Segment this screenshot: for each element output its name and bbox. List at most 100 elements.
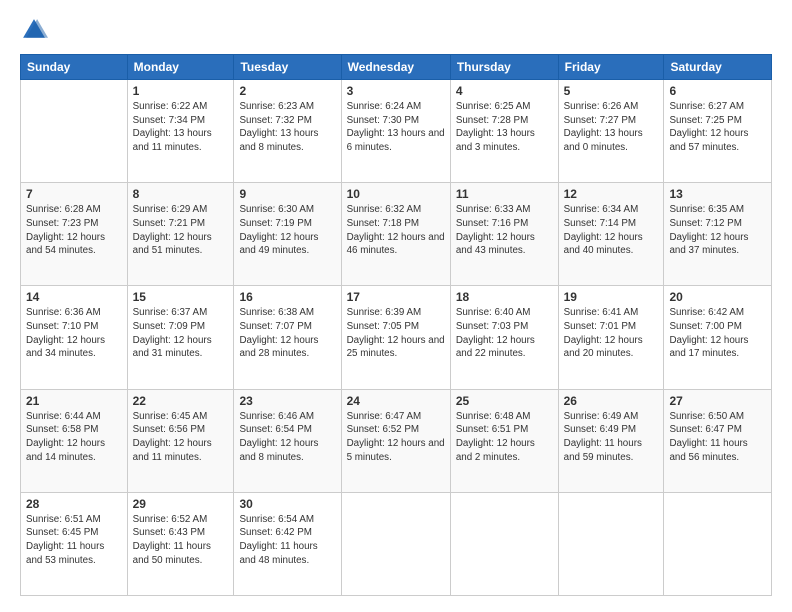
calendar-cell: 22 Sunrise: 6:45 AMSunset: 6:56 PMDaylig… bbox=[127, 389, 234, 492]
day-number: 26 bbox=[564, 394, 659, 408]
day-number: 30 bbox=[239, 497, 335, 511]
day-number: 22 bbox=[133, 394, 229, 408]
day-info: Sunrise: 6:27 AMSunset: 7:25 PMDaylight:… bbox=[669, 101, 748, 153]
calendar-cell: 14 Sunrise: 6:36 AMSunset: 7:10 PMDaylig… bbox=[21, 286, 128, 389]
day-info: Sunrise: 6:46 AMSunset: 6:54 PMDaylight:… bbox=[239, 411, 318, 463]
calendar-cell: 12 Sunrise: 6:34 AMSunset: 7:14 PMDaylig… bbox=[558, 183, 664, 286]
calendar-cell: 6 Sunrise: 6:27 AMSunset: 7:25 PMDayligh… bbox=[664, 80, 772, 183]
calendar-cell: 30 Sunrise: 6:54 AMSunset: 6:42 PMDaylig… bbox=[234, 492, 341, 595]
calendar-cell bbox=[21, 80, 128, 183]
day-number: 21 bbox=[26, 394, 122, 408]
day-info: Sunrise: 6:29 AMSunset: 7:21 PMDaylight:… bbox=[133, 204, 212, 256]
calendar-cell: 15 Sunrise: 6:37 AMSunset: 7:09 PMDaylig… bbox=[127, 286, 234, 389]
calendar-week-row: 21 Sunrise: 6:44 AMSunset: 6:58 PMDaylig… bbox=[21, 389, 772, 492]
day-number: 20 bbox=[669, 290, 766, 304]
calendar-weekday: Friday bbox=[558, 55, 664, 80]
day-info: Sunrise: 6:45 AMSunset: 6:56 PMDaylight:… bbox=[133, 411, 212, 463]
calendar-cell: 18 Sunrise: 6:40 AMSunset: 7:03 PMDaylig… bbox=[450, 286, 558, 389]
day-number: 3 bbox=[347, 84, 445, 98]
day-info: Sunrise: 6:32 AMSunset: 7:18 PMDaylight:… bbox=[347, 204, 445, 256]
calendar-cell: 26 Sunrise: 6:49 AMSunset: 6:49 PMDaylig… bbox=[558, 389, 664, 492]
day-number: 25 bbox=[456, 394, 553, 408]
calendar-cell: 23 Sunrise: 6:46 AMSunset: 6:54 PMDaylig… bbox=[234, 389, 341, 492]
day-number: 6 bbox=[669, 84, 766, 98]
calendar-weekday: Monday bbox=[127, 55, 234, 80]
calendar-cell: 7 Sunrise: 6:28 AMSunset: 7:23 PMDayligh… bbox=[21, 183, 128, 286]
calendar-cell: 3 Sunrise: 6:24 AMSunset: 7:30 PMDayligh… bbox=[341, 80, 450, 183]
calendar-cell bbox=[664, 492, 772, 595]
day-info: Sunrise: 6:28 AMSunset: 7:23 PMDaylight:… bbox=[26, 204, 105, 256]
calendar-weekday: Wednesday bbox=[341, 55, 450, 80]
day-info: Sunrise: 6:47 AMSunset: 6:52 PMDaylight:… bbox=[347, 411, 445, 463]
calendar-cell: 11 Sunrise: 6:33 AMSunset: 7:16 PMDaylig… bbox=[450, 183, 558, 286]
day-info: Sunrise: 6:37 AMSunset: 7:09 PMDaylight:… bbox=[133, 307, 212, 359]
day-info: Sunrise: 6:52 AMSunset: 6:43 PMDaylight:… bbox=[133, 514, 211, 566]
calendar-cell: 16 Sunrise: 6:38 AMSunset: 7:07 PMDaylig… bbox=[234, 286, 341, 389]
day-number: 5 bbox=[564, 84, 659, 98]
calendar-cell: 29 Sunrise: 6:52 AMSunset: 6:43 PMDaylig… bbox=[127, 492, 234, 595]
day-number: 27 bbox=[669, 394, 766, 408]
day-number: 13 bbox=[669, 187, 766, 201]
logo-icon bbox=[20, 16, 48, 44]
calendar-week-row: 1 Sunrise: 6:22 AMSunset: 7:34 PMDayligh… bbox=[21, 80, 772, 183]
calendar-cell: 1 Sunrise: 6:22 AMSunset: 7:34 PMDayligh… bbox=[127, 80, 234, 183]
calendar-cell: 4 Sunrise: 6:25 AMSunset: 7:28 PMDayligh… bbox=[450, 80, 558, 183]
day-info: Sunrise: 6:23 AMSunset: 7:32 PMDaylight:… bbox=[239, 101, 318, 153]
day-number: 29 bbox=[133, 497, 229, 511]
day-number: 19 bbox=[564, 290, 659, 304]
calendar-cell bbox=[558, 492, 664, 595]
day-number: 24 bbox=[347, 394, 445, 408]
calendar-header-row: SundayMondayTuesdayWednesdayThursdayFrid… bbox=[21, 55, 772, 80]
calendar-table: SundayMondayTuesdayWednesdayThursdayFrid… bbox=[20, 54, 772, 596]
calendar-cell: 8 Sunrise: 6:29 AMSunset: 7:21 PMDayligh… bbox=[127, 183, 234, 286]
day-info: Sunrise: 6:51 AMSunset: 6:45 PMDaylight:… bbox=[26, 514, 104, 566]
day-info: Sunrise: 6:38 AMSunset: 7:07 PMDaylight:… bbox=[239, 307, 318, 359]
calendar-cell: 21 Sunrise: 6:44 AMSunset: 6:58 PMDaylig… bbox=[21, 389, 128, 492]
day-number: 11 bbox=[456, 187, 553, 201]
day-number: 14 bbox=[26, 290, 122, 304]
day-number: 12 bbox=[564, 187, 659, 201]
day-info: Sunrise: 6:30 AMSunset: 7:19 PMDaylight:… bbox=[239, 204, 318, 256]
calendar-week-row: 14 Sunrise: 6:36 AMSunset: 7:10 PMDaylig… bbox=[21, 286, 772, 389]
day-number: 4 bbox=[456, 84, 553, 98]
day-info: Sunrise: 6:33 AMSunset: 7:16 PMDaylight:… bbox=[456, 204, 535, 256]
day-info: Sunrise: 6:26 AMSunset: 7:27 PMDaylight:… bbox=[564, 101, 643, 153]
calendar-cell: 9 Sunrise: 6:30 AMSunset: 7:19 PMDayligh… bbox=[234, 183, 341, 286]
calendar-week-row: 7 Sunrise: 6:28 AMSunset: 7:23 PMDayligh… bbox=[21, 183, 772, 286]
day-info: Sunrise: 6:50 AMSunset: 6:47 PMDaylight:… bbox=[669, 411, 747, 463]
calendar-cell: 5 Sunrise: 6:26 AMSunset: 7:27 PMDayligh… bbox=[558, 80, 664, 183]
day-info: Sunrise: 6:42 AMSunset: 7:00 PMDaylight:… bbox=[669, 307, 748, 359]
day-number: 17 bbox=[347, 290, 445, 304]
day-number: 1 bbox=[133, 84, 229, 98]
calendar-cell: 19 Sunrise: 6:41 AMSunset: 7:01 PMDaylig… bbox=[558, 286, 664, 389]
day-info: Sunrise: 6:34 AMSunset: 7:14 PMDaylight:… bbox=[564, 204, 643, 256]
calendar-cell: 2 Sunrise: 6:23 AMSunset: 7:32 PMDayligh… bbox=[234, 80, 341, 183]
day-info: Sunrise: 6:25 AMSunset: 7:28 PMDaylight:… bbox=[456, 101, 535, 153]
day-number: 18 bbox=[456, 290, 553, 304]
day-number: 8 bbox=[133, 187, 229, 201]
day-number: 7 bbox=[26, 187, 122, 201]
calendar-cell: 10 Sunrise: 6:32 AMSunset: 7:18 PMDaylig… bbox=[341, 183, 450, 286]
calendar-cell: 20 Sunrise: 6:42 AMSunset: 7:00 PMDaylig… bbox=[664, 286, 772, 389]
day-number: 23 bbox=[239, 394, 335, 408]
calendar-cell bbox=[341, 492, 450, 595]
day-number: 2 bbox=[239, 84, 335, 98]
calendar-weekday: Sunday bbox=[21, 55, 128, 80]
calendar-cell: 13 Sunrise: 6:35 AMSunset: 7:12 PMDaylig… bbox=[664, 183, 772, 286]
day-number: 28 bbox=[26, 497, 122, 511]
day-info: Sunrise: 6:44 AMSunset: 6:58 PMDaylight:… bbox=[26, 411, 105, 463]
day-number: 15 bbox=[133, 290, 229, 304]
day-number: 9 bbox=[239, 187, 335, 201]
day-info: Sunrise: 6:35 AMSunset: 7:12 PMDaylight:… bbox=[669, 204, 748, 256]
calendar-cell: 24 Sunrise: 6:47 AMSunset: 6:52 PMDaylig… bbox=[341, 389, 450, 492]
calendar-cell: 28 Sunrise: 6:51 AMSunset: 6:45 PMDaylig… bbox=[21, 492, 128, 595]
day-info: Sunrise: 6:41 AMSunset: 7:01 PMDaylight:… bbox=[564, 307, 643, 359]
calendar-weekday: Thursday bbox=[450, 55, 558, 80]
header bbox=[20, 16, 772, 44]
day-info: Sunrise: 6:48 AMSunset: 6:51 PMDaylight:… bbox=[456, 411, 535, 463]
day-info: Sunrise: 6:24 AMSunset: 7:30 PMDaylight:… bbox=[347, 101, 445, 153]
day-info: Sunrise: 6:39 AMSunset: 7:05 PMDaylight:… bbox=[347, 307, 445, 359]
page: SundayMondayTuesdayWednesdayThursdayFrid… bbox=[0, 0, 792, 612]
calendar-cell: 17 Sunrise: 6:39 AMSunset: 7:05 PMDaylig… bbox=[341, 286, 450, 389]
calendar-cell: 25 Sunrise: 6:48 AMSunset: 6:51 PMDaylig… bbox=[450, 389, 558, 492]
